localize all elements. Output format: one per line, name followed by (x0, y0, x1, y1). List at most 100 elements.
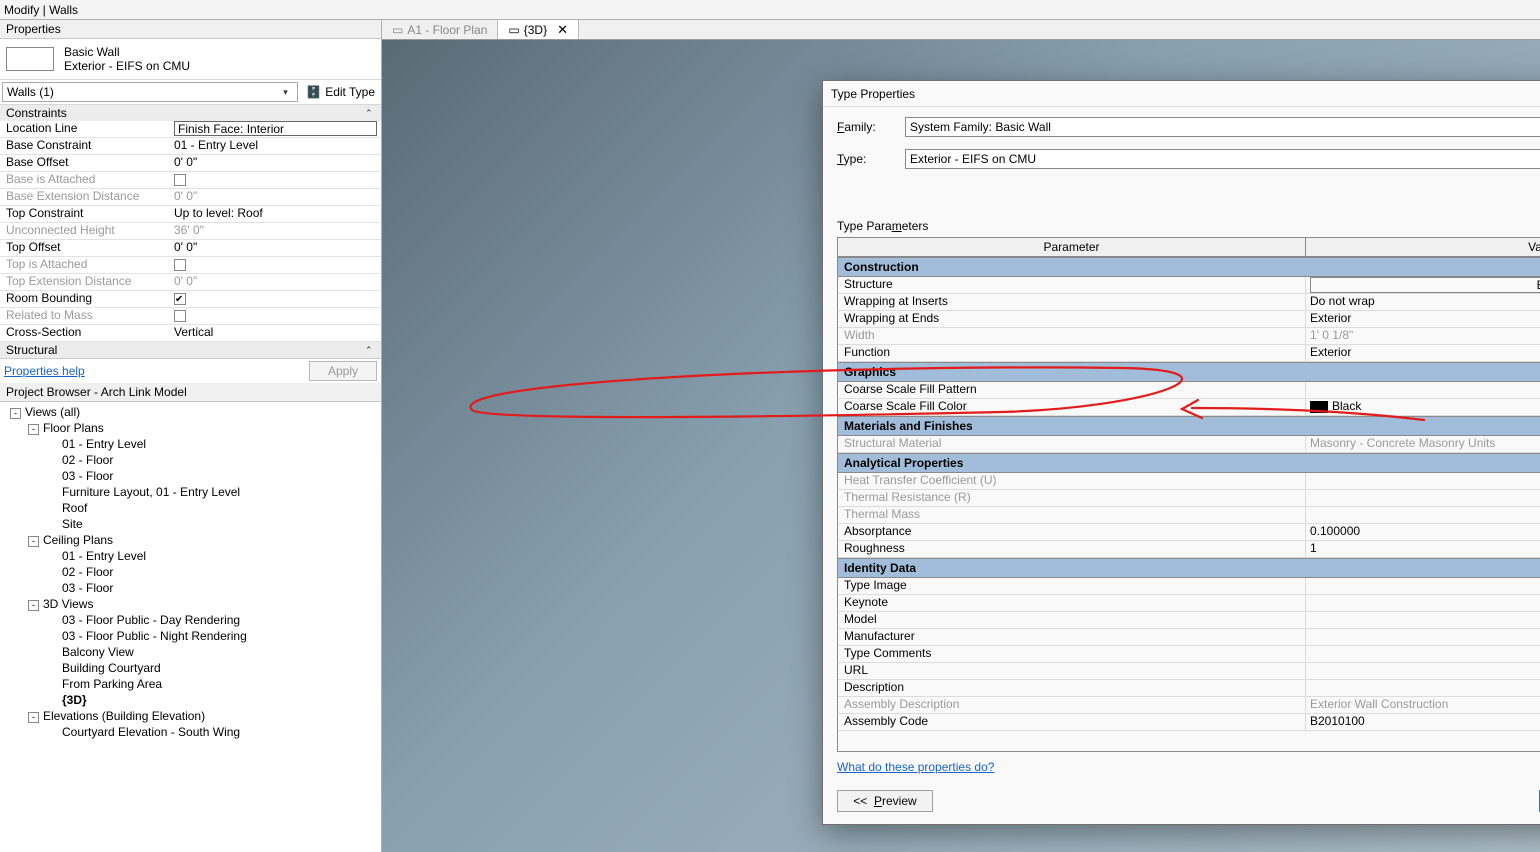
close-icon[interactable]: ✕ (557, 22, 568, 38)
param-row[interactable]: Type Comments (838, 646, 1540, 663)
tree-item[interactable]: {3D} (4, 692, 377, 708)
tree-item[interactable]: Site (4, 516, 377, 532)
param-row[interactable]: URL (838, 663, 1540, 680)
param-row[interactable]: Manufacturer (838, 629, 1540, 646)
param-row[interactable]: Roughness1 (838, 541, 1540, 558)
param-group-header[interactable]: Identity Data⌃ (838, 558, 1540, 578)
type-parameter-table: Parameter Value = Construction⌃Structure… (837, 237, 1540, 752)
type-name: Exterior - EIFS on CMU (64, 59, 375, 73)
preview-button[interactable]: << Preview (837, 790, 933, 812)
tree-item[interactable]: 03 - Floor (4, 580, 377, 596)
tree-item[interactable]: -Ceiling Plans (4, 532, 377, 548)
tree-expand-icon[interactable]: - (28, 424, 39, 435)
type-params-label: Type Parameters (837, 219, 1540, 233)
prop-row[interactable]: Top ConstraintUp to level: Roof (0, 206, 381, 223)
view-tab[interactable]: ▭{3D}✕ (498, 20, 579, 39)
tree-item[interactable]: 02 - Floor (4, 452, 377, 468)
type-family: Basic Wall (64, 45, 375, 59)
edit-type-button[interactable]: 🗄️ Edit Type (300, 81, 381, 103)
type-thumb-icon (6, 47, 54, 71)
tree-expand-icon[interactable]: - (28, 536, 39, 547)
param-row[interactable]: Coarse Scale Fill Pattern (838, 382, 1540, 399)
param-group-header[interactable]: Materials and Finishes⌃ (838, 416, 1540, 436)
tree-item[interactable]: Roof (4, 500, 377, 516)
tree-item[interactable]: -Floor Plans (4, 420, 377, 436)
param-row[interactable]: Keynote (838, 595, 1540, 612)
chevron-up-icon: ⌃ (365, 345, 375, 356)
param-row[interactable]: Description (838, 680, 1540, 697)
param-row[interactable]: Assembly CodeB2010100 (838, 714, 1540, 731)
prop-group-header[interactable]: Structural⌃ (0, 342, 381, 358)
prop-row[interactable]: Cross-SectionVertical (0, 325, 381, 342)
tree-item[interactable]: 03 - Floor (4, 468, 377, 484)
param-row[interactable]: Absorptance0.100000 (838, 524, 1540, 541)
param-row: Thermal Resistance (R) (838, 490, 1540, 507)
param-row[interactable]: Wrapping at EndsExterior (838, 311, 1540, 328)
prop-row[interactable]: Location LineFinish Face: Interior (0, 121, 381, 138)
tree-item[interactable]: Balcony View (4, 644, 377, 660)
tree-item[interactable]: 01 - Entry Level (4, 548, 377, 564)
param-row: Structural MaterialMasonry - Concrete Ma… (838, 436, 1540, 453)
tree-item[interactable]: 01 - Entry Level (4, 436, 377, 452)
family-dropdown[interactable]: System Family: Basic Wall ▾ (905, 117, 1540, 137)
tree-item[interactable]: 02 - Floor (4, 564, 377, 580)
param-row[interactable]: Wrapping at InsertsDo not wrap (838, 294, 1540, 311)
param-row[interactable]: Coarse Scale Fill ColorBlack (838, 399, 1540, 416)
tree-item[interactable]: Furniture Layout, 01 - Entry Level (4, 484, 377, 500)
checkbox-icon[interactable] (174, 293, 186, 305)
chevron-up-icon: ⌃ (365, 108, 375, 119)
dialog-title: Type Properties (831, 87, 915, 101)
param-group-header[interactable]: Graphics⌃ (838, 362, 1540, 382)
checkbox-icon (174, 310, 186, 322)
family-label: Family: (837, 120, 887, 134)
type-dropdown[interactable]: Exterior - EIFS on CMU ▾ (905, 149, 1540, 169)
tree-expand-icon[interactable]: - (10, 408, 21, 419)
color-swatch-icon (1310, 401, 1328, 413)
prop-row: Top is Attached (0, 257, 381, 274)
tree-expand-icon[interactable]: - (28, 600, 39, 611)
prop-row[interactable]: Room Bounding (0, 291, 381, 308)
prop-row: Base Extension Distance0' 0" (0, 189, 381, 206)
view-tab[interactable]: ▭A1 - Floor Plan (382, 20, 498, 39)
tree-item[interactable]: 03 - Floor Public - Day Rendering (4, 612, 377, 628)
edit-cell-button[interactable]: Edit... (1310, 277, 1540, 293)
properties-header: Properties (0, 20, 381, 39)
param-row: Heat Transfer Coefficient (U) (838, 473, 1540, 490)
type-label: Type: (837, 152, 887, 166)
param-column-header: Parameter (838, 238, 1306, 256)
param-row[interactable]: Model (838, 612, 1540, 629)
prop-row[interactable]: Top Offset0' 0" (0, 240, 381, 257)
tree-item[interactable]: -Elevations (Building Elevation) (4, 708, 377, 724)
tree-item[interactable]: From Parking Area (4, 676, 377, 692)
param-group-header[interactable]: Construction⌃ (838, 257, 1540, 277)
properties-help-link[interactable]: What do these properties do? (837, 760, 994, 774)
param-row: Assembly DescriptionExterior Wall Constr… (838, 697, 1540, 714)
prop-row[interactable]: Base Constraint01 - Entry Level (0, 138, 381, 155)
checkbox-icon (174, 174, 186, 186)
ribbon-context-label: Modify | Walls (4, 3, 78, 17)
prop-group-header[interactable]: Constraints⌃ (0, 105, 381, 121)
param-group-header[interactable]: Analytical Properties⌃ (838, 453, 1540, 473)
prop-row: Base is Attached (0, 172, 381, 189)
param-row[interactable]: FunctionExterior (838, 345, 1540, 362)
tree-item[interactable]: Courtyard Elevation - South Wing (4, 724, 377, 740)
param-row[interactable]: Type Image (838, 578, 1540, 595)
chevron-down-icon: ▾ (283, 87, 293, 98)
instance-filter-dropdown[interactable]: Walls (1) ▾ (2, 82, 298, 102)
prop-row[interactable]: Base Offset0' 0" (0, 155, 381, 172)
checkbox-icon (174, 259, 186, 271)
prop-row: Related to Mass (0, 308, 381, 325)
properties-help-link[interactable]: Properties help (4, 364, 85, 378)
type-properties-dialog: Type Properties ✕ Family: System Family:… (822, 80, 1540, 825)
tree-item[interactable]: Building Courtyard (4, 660, 377, 676)
type-selector[interactable]: Basic Wall Exterior - EIFS on CMU (0, 39, 381, 80)
tree-item[interactable]: 03 - Floor Public - Night Rendering (4, 628, 377, 644)
edit-type-icon: 🗄️ (306, 85, 321, 99)
value-column-header: Value (1306, 238, 1540, 256)
tree-item[interactable]: -3D Views (4, 596, 377, 612)
tree-item[interactable]: -Views (all) (4, 404, 377, 420)
properties-apply-button[interactable]: Apply (309, 361, 377, 381)
document-icon: ▭ (392, 23, 403, 37)
tree-expand-icon[interactable]: - (28, 712, 39, 723)
param-row[interactable]: StructureEdit... (838, 277, 1540, 294)
